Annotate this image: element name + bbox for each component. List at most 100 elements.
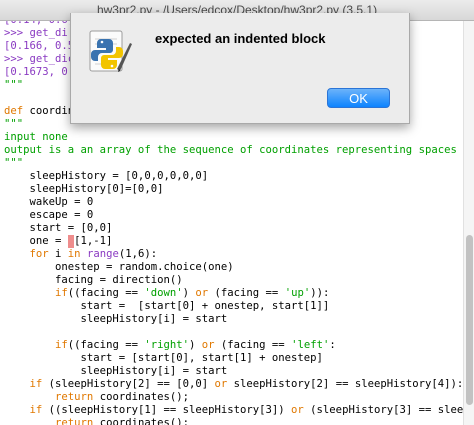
code-token: )): [310, 287, 330, 299]
code-token: ((facing == [67, 339, 145, 351]
code-line[interactable]: [0.166, 0.5 [4, 40, 74, 53]
code-token: (sleepHistory[3] == sleepHis [310, 404, 463, 416]
code-line[interactable]: output is a an array of the sequence of … [4, 144, 463, 157]
code-line[interactable]: """ [4, 118, 23, 131]
code-token: if [55, 339, 68, 351]
code-token: or [201, 339, 215, 351]
code-token: if [29, 378, 43, 390]
code-token: def [4, 105, 30, 117]
code-token: : [329, 339, 336, 351]
code-line[interactable]: wakeUp = 0 [4, 196, 94, 209]
code-line[interactable]: """ [4, 79, 23, 92]
code-line[interactable]: if((facing == 'down') or (facing == 'up'… [4, 287, 329, 300]
code-token: return [55, 417, 94, 425]
code-token: coordin [29, 105, 75, 117]
code-token: """ [4, 157, 24, 169]
code-line[interactable]: onestep = random.choice(one) [4, 261, 234, 274]
code-line[interactable]: >>> get_dic [4, 53, 74, 66]
code-token: input none [4, 131, 68, 143]
code-token: >>> get_di [4, 27, 68, 39]
code-line[interactable]: if (sleepHistory[2] == [0,0] or sleepHis… [4, 378, 463, 391]
code-line[interactable]: sleepHistory[0]=[0,0] [4, 183, 164, 196]
code-token: (sleepHistory[2] == [0,0] [42, 378, 215, 390]
code-token: output is a an array of the sequence of … [4, 144, 457, 156]
scrollbar-thumb[interactable] [466, 235, 473, 405]
error-dialog: expected an indented block OK [70, 13, 410, 124]
code-token: in [67, 248, 81, 260]
code-line[interactable]: sleepHistory[i] = start [4, 313, 228, 326]
code-token: 'up' [284, 287, 311, 299]
code-token: start = [0,0] [4, 222, 113, 234]
code-line[interactable]: start = [start[0] + onestep, start[1]] [4, 300, 330, 313]
code-token: sleepHistory[i] = start [4, 365, 228, 377]
code-token: [0.1673, 0. [4, 66, 75, 78]
code-token: sleepHistory[0]=[0,0] [4, 183, 164, 195]
code-token: one = [4, 235, 68, 247]
code-token: (facing == [208, 287, 285, 299]
code-line[interactable]: [0.1673, 0. [4, 66, 74, 79]
code-token: escape = 0 [4, 209, 94, 221]
code-line[interactable]: return coordinates(); [4, 391, 189, 404]
code-line[interactable]: facing = direction() [4, 274, 183, 287]
code-token: ) [182, 287, 196, 299]
code-line[interactable]: """ [4, 157, 23, 170]
code-token: facing = direction() [4, 274, 183, 286]
code-token: onestep = random.choice(one) [4, 261, 234, 273]
code-token: coordinates(); [93, 391, 189, 403]
code-token: sleepHistory = [0,0,0,0,0,0] [4, 170, 209, 182]
code-token: or [291, 404, 304, 416]
code-token: for [29, 248, 49, 260]
code-token: start = [start[0], start[1] + onestep] [4, 352, 323, 364]
code-token: sleepHistory[i] = start [4, 313, 228, 325]
vertical-scrollbar[interactable] [463, 21, 474, 425]
code-token: [0.14, 0.6, [4, 21, 74, 26]
code-token: 'right' [144, 339, 189, 351]
code-line[interactable]: def coordin [4, 105, 74, 118]
code-token: or [214, 378, 228, 390]
code-line[interactable]: escape = 0 [4, 209, 94, 222]
code-token: ((sleepHistory[1] == sleepHistory[3]) [42, 404, 292, 416]
code-token: wakeUp = 0 [4, 196, 94, 208]
code-token: sleepHistory[2] == sleepHistory[4]): [227, 378, 463, 390]
code-token: (1,6): [118, 248, 158, 260]
python-app-icon [87, 29, 133, 75]
code-token: [1,-1] [74, 235, 113, 247]
code-token: [0.166, 0.5 [4, 40, 75, 52]
code-token: or [195, 287, 209, 299]
code-line[interactable]: start = [start[0], start[1] + onestep] [4, 352, 323, 365]
code-token: i [48, 248, 68, 260]
dialog-message: expected an indented block [155, 31, 326, 46]
code-line[interactable]: return coordinates(); [4, 417, 189, 425]
code-line[interactable]: input none [4, 131, 68, 144]
code-token: return [55, 391, 94, 403]
code-token: 'left' [291, 339, 330, 351]
code-line[interactable]: sleepHistory[i] = start [4, 365, 228, 378]
ok-button[interactable]: OK [327, 88, 390, 108]
code-line[interactable]: >>> get_di [4, 27, 68, 40]
code-token: if [29, 404, 43, 416]
code-token: """ [4, 79, 24, 91]
code-line[interactable]: if ((sleepHistory[1] == sleepHistory[3])… [4, 404, 463, 417]
code-token: >>> get_dic [4, 53, 75, 65]
code-line[interactable]: if((facing == 'right') or (facing == 'le… [4, 339, 336, 352]
code-token: """ [4, 118, 24, 130]
code-token: start = [start[0] + onestep, start[1]] [4, 300, 330, 312]
code-token: 'down' [144, 287, 183, 299]
code-token: range [86, 248, 119, 260]
code-token: ) [189, 339, 202, 351]
code-token: coordinates(); [93, 417, 189, 425]
code-token: if [55, 287, 68, 299]
code-line[interactable]: one = [1,-1] [4, 235, 112, 248]
code-line[interactable]: for i in range(1,6): [4, 248, 158, 261]
code-line[interactable]: sleepHistory = [0,0,0,0,0,0] [4, 170, 209, 183]
code-token: ((facing == [67, 287, 145, 299]
code-line[interactable]: start = [0,0] [4, 222, 113, 235]
code-token: (facing == [214, 339, 292, 351]
